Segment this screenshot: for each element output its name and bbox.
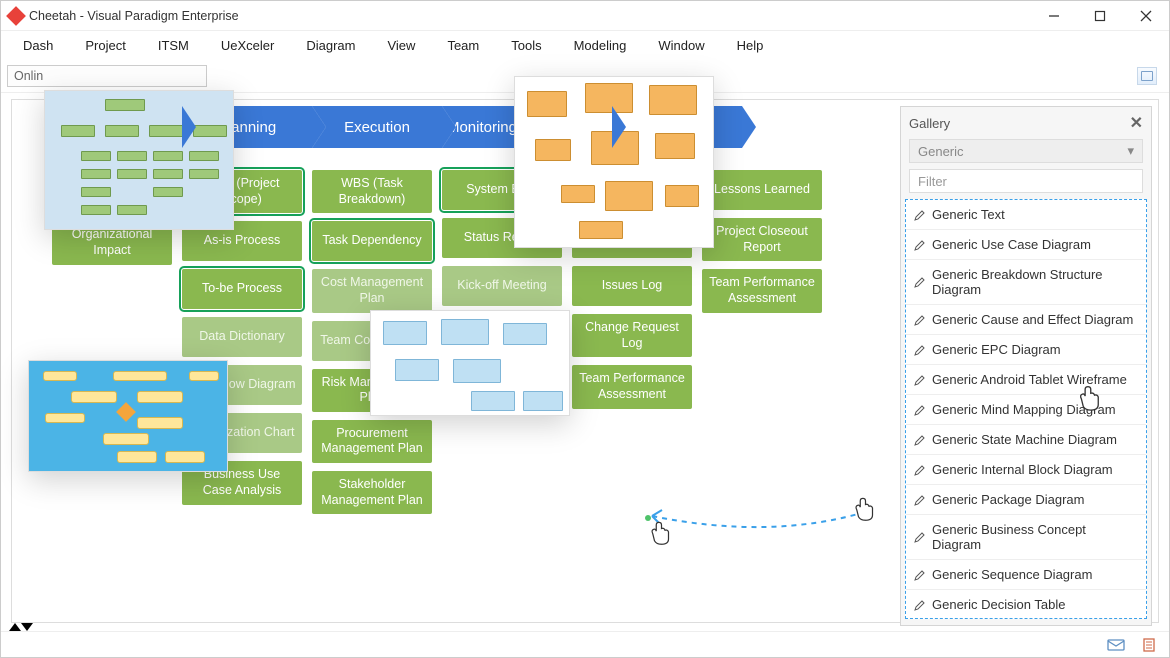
- card-team-perf-close[interactable]: Team Performance Assessment: [702, 269, 822, 312]
- thumbnail-top-right: [514, 76, 714, 248]
- mail-icon[interactable]: [1107, 638, 1125, 652]
- gallery-item-label: Generic Package Diagram: [932, 492, 1084, 507]
- gallery-item-label: Generic Internal Block Diagram: [932, 462, 1113, 477]
- gallery-panel: Gallery ✕ Generic ▾ Filter Generic Text …: [900, 106, 1152, 626]
- gallery-item[interactable]: Generic Text: [906, 200, 1146, 230]
- gallery-category-value: Generic: [918, 144, 964, 159]
- statusbar: [1, 631, 1169, 657]
- card-stakeholder-plan[interactable]: Stakeholder Management Plan: [312, 471, 432, 514]
- card-data-dictionary[interactable]: Data Dictionary: [182, 317, 302, 357]
- gallery-item[interactable]: Generic Breakdown Structure Diagram: [906, 260, 1146, 305]
- window-maximize-button[interactable]: [1077, 1, 1123, 31]
- card-team-perf[interactable]: Team Performance Assessment: [572, 365, 692, 408]
- gallery-item-label: Generic Use Case Diagram: [932, 237, 1091, 252]
- work-area: Initiation Planning Execution Monitoring…: [1, 93, 1169, 631]
- thumbnail-bottom-left: [28, 360, 228, 472]
- gallery-item-label: Generic Sequence Diagram: [932, 567, 1092, 582]
- menu-itsm[interactable]: ITSM: [142, 34, 205, 57]
- phase-execution[interactable]: Execution: [312, 106, 442, 148]
- gallery-item[interactable]: Generic Use Case Diagram: [906, 230, 1146, 260]
- window-close-button[interactable]: [1123, 1, 1169, 31]
- menu-help[interactable]: Help: [721, 34, 780, 57]
- gallery-item[interactable]: Generic Mind Mapping Diagram: [906, 395, 1146, 425]
- drag-cursor-icon: [848, 494, 876, 522]
- menubar: Dash Project ITSM UeXceler Diagram View …: [1, 31, 1169, 59]
- window-minimize-button[interactable]: [1031, 1, 1077, 31]
- gallery-item[interactable]: Generic Android Tablet Wireframe: [906, 365, 1146, 395]
- card-lessons[interactable]: Lessons Learned: [702, 170, 822, 210]
- online-status-box[interactable]: Onlin: [7, 65, 207, 87]
- card-change-log[interactable]: Change Request Log: [572, 314, 692, 357]
- gallery-item-label: Generic Text: [932, 207, 1005, 222]
- menu-uexceler[interactable]: UeXceler: [205, 34, 290, 57]
- gallery-list: Generic Text Generic Use Case Diagram Ge…: [905, 199, 1147, 619]
- card-cost-plan[interactable]: Cost Management Plan: [312, 269, 432, 312]
- column-closing: Lessons Learned Project Closeout Report …: [702, 170, 822, 606]
- card-wbs-task[interactable]: WBS (Task Breakdown): [312, 170, 432, 213]
- window-title: Cheetah - Visual Paradigm Enterprise: [29, 9, 239, 23]
- thumbnail-middle: [370, 310, 570, 416]
- drop-cursor-icon: [644, 518, 672, 546]
- window-titlebar: Cheetah - Visual Paradigm Enterprise: [1, 1, 1169, 31]
- gallery-item-label: Generic Cause and Effect Diagram: [932, 312, 1133, 327]
- gallery-item[interactable]: Generic Internal Block Diagram: [906, 455, 1146, 485]
- gallery-item[interactable]: Generic Business Concept Diagram: [906, 515, 1146, 560]
- card-closeout[interactable]: Project Closeout Report: [702, 218, 822, 261]
- card-tobe-process[interactable]: To-be Process: [182, 269, 302, 309]
- gallery-item[interactable]: Generic Sequence Diagram: [906, 560, 1146, 590]
- gallery-item[interactable]: Generic State Machine Diagram: [906, 425, 1146, 455]
- document-icon[interactable]: [1141, 638, 1159, 652]
- menu-window[interactable]: Window: [642, 34, 720, 57]
- menu-modeling[interactable]: Modeling: [558, 34, 643, 57]
- gallery-item-label: Generic State Machine Diagram: [932, 432, 1117, 447]
- card-kickoff[interactable]: Kick-off Meeting: [442, 266, 562, 306]
- gallery-category-select[interactable]: Generic ▾: [909, 139, 1143, 163]
- gallery-item-label: Generic Breakdown Structure Diagram: [932, 267, 1138, 297]
- card-procurement-plan[interactable]: Procurement Management Plan: [312, 420, 432, 463]
- card-issues-log[interactable]: Issues Log: [572, 266, 692, 306]
- thumbnail-top-left: [44, 90, 234, 230]
- gallery-item-label: Generic Decision Table: [932, 597, 1065, 612]
- gallery-filter-placeholder: Filter: [918, 174, 947, 189]
- switch-view-icon[interactable]: [1137, 67, 1157, 85]
- menu-view[interactable]: View: [371, 34, 431, 57]
- app-logo-icon: [6, 6, 26, 26]
- menu-diagram[interactable]: Diagram: [290, 34, 371, 57]
- gallery-item[interactable]: Generic Package Diagram: [906, 485, 1146, 515]
- menu-team[interactable]: Team: [431, 34, 495, 57]
- menu-tools[interactable]: Tools: [495, 34, 557, 57]
- gallery-item-label: Generic EPC Diagram: [932, 342, 1061, 357]
- gallery-item[interactable]: Generic EPC Diagram: [906, 335, 1146, 365]
- gallery-item[interactable]: Generic Cause and Effect Diagram: [906, 305, 1146, 335]
- canvas[interactable]: Initiation Planning Execution Monitoring…: [11, 99, 1159, 623]
- panel-collapse-toggle[interactable]: [9, 621, 31, 631]
- menu-dash[interactable]: Dash: [7, 34, 69, 57]
- card-task-dependency[interactable]: Task Dependency: [312, 221, 432, 261]
- gallery-hover-cursor-icon: [1072, 382, 1102, 412]
- gallery-item[interactable]: Generic Decision Table: [906, 590, 1146, 619]
- gallery-item-label: Generic Business Concept Diagram: [932, 522, 1138, 552]
- gallery-title: Gallery: [909, 116, 950, 131]
- chevron-down-icon: ▾: [1127, 143, 1134, 159]
- menu-project[interactable]: Project: [69, 34, 141, 57]
- gallery-filter-input[interactable]: Filter: [909, 169, 1143, 193]
- gallery-close-button[interactable]: ✕: [1130, 113, 1143, 133]
